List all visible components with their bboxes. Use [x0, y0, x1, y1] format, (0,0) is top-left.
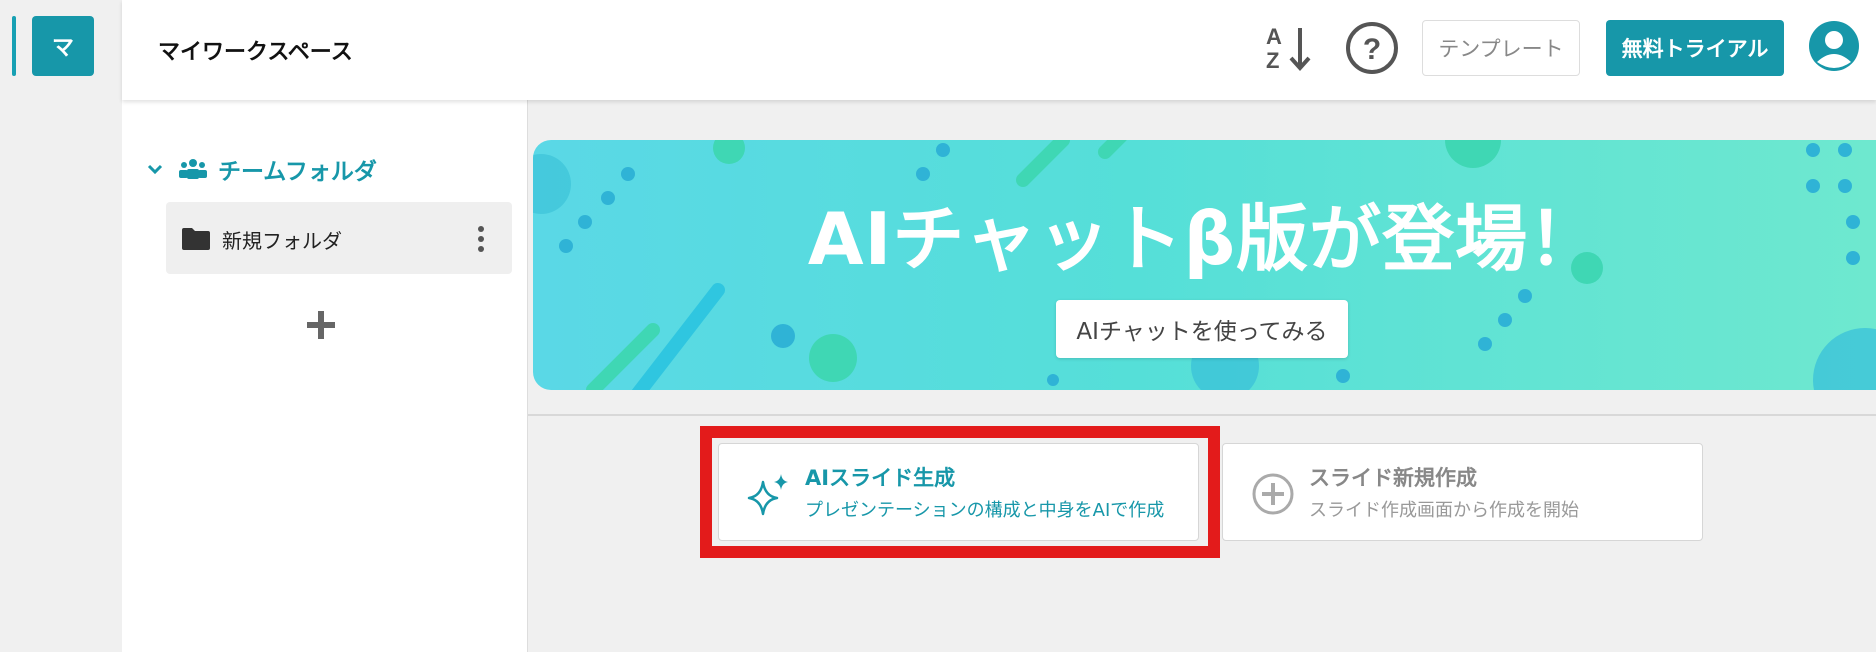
new-card-title: スライド新規作成: [1309, 466, 1477, 490]
ai-card-subtitle: プレゼンテーションの構成と中身をAIで作成: [805, 500, 1165, 521]
top-header: マイワークスペース A Z ? テンプレート 無料トライアル: [122, 0, 1876, 100]
free-trial-button[interactable]: 無料トライアル: [1606, 20, 1784, 76]
active-indicator: [12, 16, 16, 76]
ai-card-title: AIスライド生成: [805, 466, 956, 490]
folder-sidebar: チームフォルダ 新規フォルダ: [122, 100, 528, 652]
svg-text:?: ?: [1363, 33, 1381, 66]
folder-item[interactable]: 新規フォルダ: [166, 202, 512, 274]
sort-az-icon[interactable]: A Z: [1264, 22, 1314, 74]
section-divider: [528, 414, 1876, 416]
svg-text:Z: Z: [1266, 48, 1279, 73]
team-folder-toggle[interactable]: チームフォルダ: [146, 152, 377, 186]
more-vertical-icon[interactable]: [476, 224, 486, 254]
ai-chat-banner[interactable]: AIチャットβ版が登場！ AIチャットを使ってみる: [533, 140, 1876, 390]
folder-label: 新規フォルダ: [222, 229, 342, 253]
new-card-subtitle: スライド作成画面から作成を開始: [1309, 500, 1579, 521]
chevron-down-icon: [147, 164, 163, 175]
help-icon[interactable]: ?: [1344, 20, 1400, 76]
team-folder-label: チームフォルダ: [218, 159, 377, 185]
sparkle-icon: [747, 474, 788, 516]
ai-slide-generation-card[interactable]: AIスライド生成 プレゼンテーションの構成と中身をAIで作成: [718, 443, 1199, 541]
avatar-icon[interactable]: [1808, 20, 1860, 72]
workspace-badge[interactable]: マ: [32, 16, 94, 76]
plus-circle-icon: [1252, 473, 1294, 515]
banner-title: AIチャットβ版が登場！: [807, 197, 1602, 281]
page-title: マイワークスペース: [158, 40, 353, 65]
team-icon: [179, 159, 207, 179]
workspace-rail: マ: [0, 0, 122, 652]
try-ai-chat-button[interactable]: AIチャットを使ってみる: [1056, 300, 1348, 358]
plus-icon[interactable]: [304, 308, 338, 342]
new-slide-card[interactable]: スライド新規作成 スライド作成画面から作成を開始: [1222, 443, 1703, 541]
folder-icon: [182, 228, 210, 250]
template-button[interactable]: テンプレート: [1422, 20, 1580, 76]
svg-text:A: A: [1266, 24, 1282, 49]
